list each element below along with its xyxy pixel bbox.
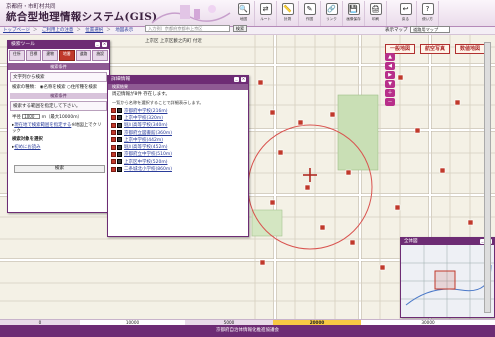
pin-icon xyxy=(117,122,122,128)
select-item-link[interactable]: 初めにお読み xyxy=(14,145,40,150)
list-item[interactable]: 京都府立図書館(360m) xyxy=(111,129,245,136)
detail-panel-title: 詳細情報 _ × xyxy=(108,76,248,84)
tab-lot[interactable]: 地番 xyxy=(59,50,75,61)
zoom-out-icon[interactable]: － xyxy=(385,98,395,106)
school-icon xyxy=(111,108,116,114)
pin-icon xyxy=(117,151,122,157)
school-icon xyxy=(111,166,116,172)
overview-title: 全体図 _× xyxy=(401,238,494,245)
list-item[interactable]: 堀川高等学校(340m) xyxy=(111,122,245,129)
pan-left-icon[interactable]: ◀ xyxy=(385,62,395,70)
school-icon xyxy=(111,159,116,165)
search-panel: 検索ツール _ × 住所 目標 建物 地番 道路 施設 検索条件 文字列から検索 … xyxy=(7,40,110,213)
tab-building[interactable]: 建物 xyxy=(42,50,59,61)
select-head-row: 検索対象を選択 xyxy=(12,137,43,142)
radius-input[interactable]: 1000 xyxy=(22,114,41,119)
map-search-input[interactable]: 入力例）京都府京都市上京区 xyxy=(145,25,230,32)
overview-panel: 全体図 _× xyxy=(400,237,495,318)
search-execute-button[interactable]: 検索 xyxy=(14,165,105,173)
footer: 京都府自治体情報化推進協議会 xyxy=(0,325,495,337)
pin-icon xyxy=(117,166,122,172)
school-icon xyxy=(111,115,116,121)
location-text: 上京区 上京区藪之内町 付近 xyxy=(145,39,202,44)
school-icon xyxy=(111,151,116,157)
overview-map[interactable] xyxy=(401,245,494,317)
minimize-icon[interactable]: _ xyxy=(234,77,239,82)
radius-row: 半径 1000 ｍ（最大10000ｍ） xyxy=(12,114,82,120)
pin-icon xyxy=(117,130,122,136)
tab-facility[interactable]: 施設 xyxy=(92,50,109,61)
pin-icon xyxy=(117,137,122,143)
school-icon xyxy=(111,137,116,143)
nearby-row: ▸現在地で検索範囲を指定する※地図上でクリック xyxy=(12,123,102,134)
list-item[interactable]: 京都府立中学校(510m) xyxy=(111,151,245,158)
list-item[interactable]: 上京区中学校(520m) xyxy=(111,158,245,165)
minimize-icon[interactable]: _ xyxy=(95,42,100,47)
search-tabs: 住所 目標 建物 地番 道路 施設 xyxy=(8,49,109,62)
list-item[interactable]: 上京中学校(320m) xyxy=(111,114,245,121)
school-icon xyxy=(111,144,116,150)
map-nav-widget: ▲ ◀ ▶ ▼ ＋ － xyxy=(384,52,396,112)
pin-icon xyxy=(117,108,122,114)
range-section: 検索する範囲を指定して下さい。 xyxy=(10,101,107,111)
maptype-numeric[interactable]: 数値地図 xyxy=(455,44,485,54)
detail-count-note: 周辺情報が8件 存在します。 xyxy=(112,92,170,97)
range-section-head: 検索条件 xyxy=(10,93,107,99)
nearby-link[interactable]: 現在地で検索範囲を指定する xyxy=(14,123,71,128)
select-item-row: ▸初めにお読み xyxy=(12,145,41,150)
search-section-head: 検索条件 xyxy=(8,63,109,70)
tab-road[interactable]: 道路 xyxy=(75,50,92,61)
zoom-slider[interactable] xyxy=(484,42,491,313)
search-panel-title: 検索ツール _ × xyxy=(8,41,109,49)
map-display-label: 表示マップ xyxy=(385,28,408,33)
pan-up-icon[interactable]: ▲ xyxy=(385,53,395,61)
close-icon[interactable]: × xyxy=(102,42,107,47)
map-search-button[interactable]: 検索 xyxy=(233,25,247,32)
pin-icon xyxy=(117,115,122,121)
pan-down-icon[interactable]: ▼ xyxy=(385,80,395,88)
school-icon xyxy=(111,130,116,136)
detail-panel: 詳細情報 _ × 検索結果 周辺情報が8件 存在します。 一覧から名称を選択するこ… xyxy=(107,75,249,237)
list-item[interactable]: 二条城北小学校(860m) xyxy=(111,165,245,172)
list-item[interactable]: 京都府中学校(216m) xyxy=(111,107,245,114)
list-item[interactable]: 上京中学校(442m) xyxy=(111,136,245,143)
search-type-row: 検索の種類： ◉名称を検索 ○住所種を検索 xyxy=(12,85,98,90)
map-display-select[interactable]: 道路用マップ xyxy=(410,26,450,33)
app-window: 京都府・市町村共同 統合型地理情報システム(GIS) 🔍 地図 ⇄ ルート 📏 計測 … xyxy=(0,0,495,337)
school-icon xyxy=(111,122,116,128)
pan-right-icon[interactable]: ▶ xyxy=(385,71,395,79)
tab-landmark[interactable]: 目標 xyxy=(25,50,42,61)
text-search-section: 文字列から検索 xyxy=(10,72,107,82)
list-item[interactable]: 堀川高等学校(452m) xyxy=(111,143,245,150)
close-icon[interactable]: × xyxy=(241,77,246,82)
poi-list: 京都府中学校(216m) 上京中学校(320m) 堀川高等学校(340m) 京都… xyxy=(108,106,248,174)
pin-icon xyxy=(117,159,122,165)
maptype-aerial[interactable]: 航空写真 xyxy=(420,44,450,54)
pin-icon xyxy=(117,144,122,150)
tab-address[interactable]: 住所 xyxy=(9,50,25,61)
zoom-in-icon[interactable]: ＋ xyxy=(385,89,395,97)
